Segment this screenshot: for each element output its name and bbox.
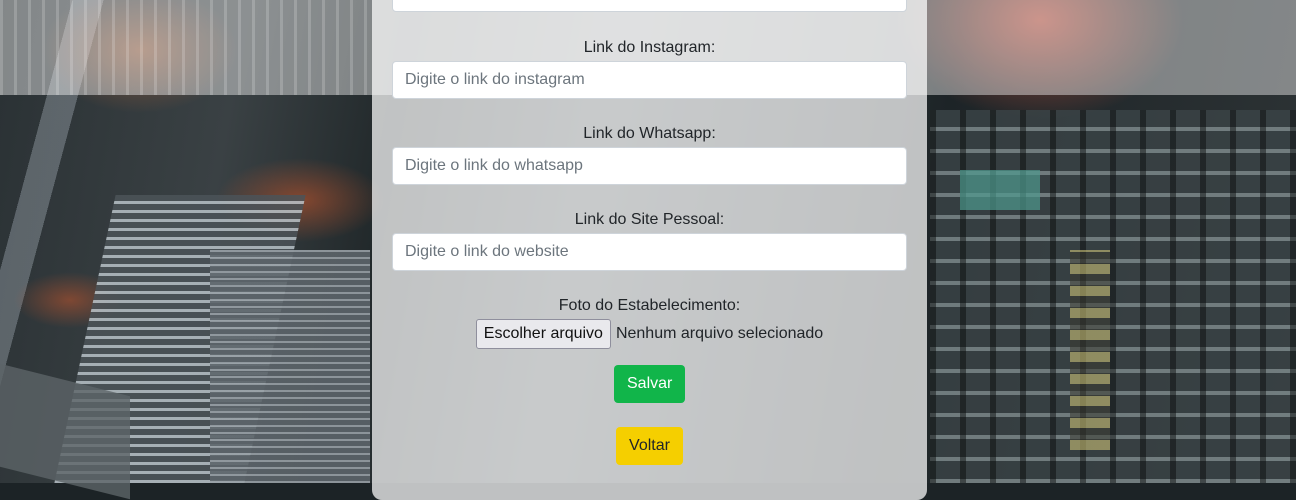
previous-field-input[interactable]	[392, 0, 907, 12]
whatsapp-field: Link do Whatsapp:	[392, 124, 907, 185]
website-field: Link do Site Pessoal:	[392, 210, 907, 271]
photo-label: Foto do Estabelecimento:	[558, 297, 741, 314]
background-building	[1070, 250, 1110, 450]
background-building	[930, 110, 1296, 483]
save-button[interactable]: Salvar	[614, 365, 685, 403]
background-building	[210, 250, 370, 483]
photo-file-input: Escolher arquivo Nenhum arquivo selecion…	[372, 319, 927, 349]
whatsapp-label: Link do Whatsapp:	[583, 125, 716, 142]
instagram-field: Link do Instagram:	[392, 38, 907, 99]
instagram-input[interactable]	[392, 61, 907, 99]
instagram-label: Link do Instagram:	[583, 39, 716, 56]
choose-file-button[interactable]: Escolher arquivo	[475, 319, 611, 349]
file-status-text: Nenhum arquivo selecionado	[615, 325, 824, 342]
website-label: Link do Site Pessoal:	[574, 211, 725, 228]
back-button[interactable]: Voltar	[616, 427, 683, 465]
website-input[interactable]	[392, 233, 907, 271]
background-building	[960, 170, 1040, 210]
whatsapp-input[interactable]	[392, 147, 907, 185]
